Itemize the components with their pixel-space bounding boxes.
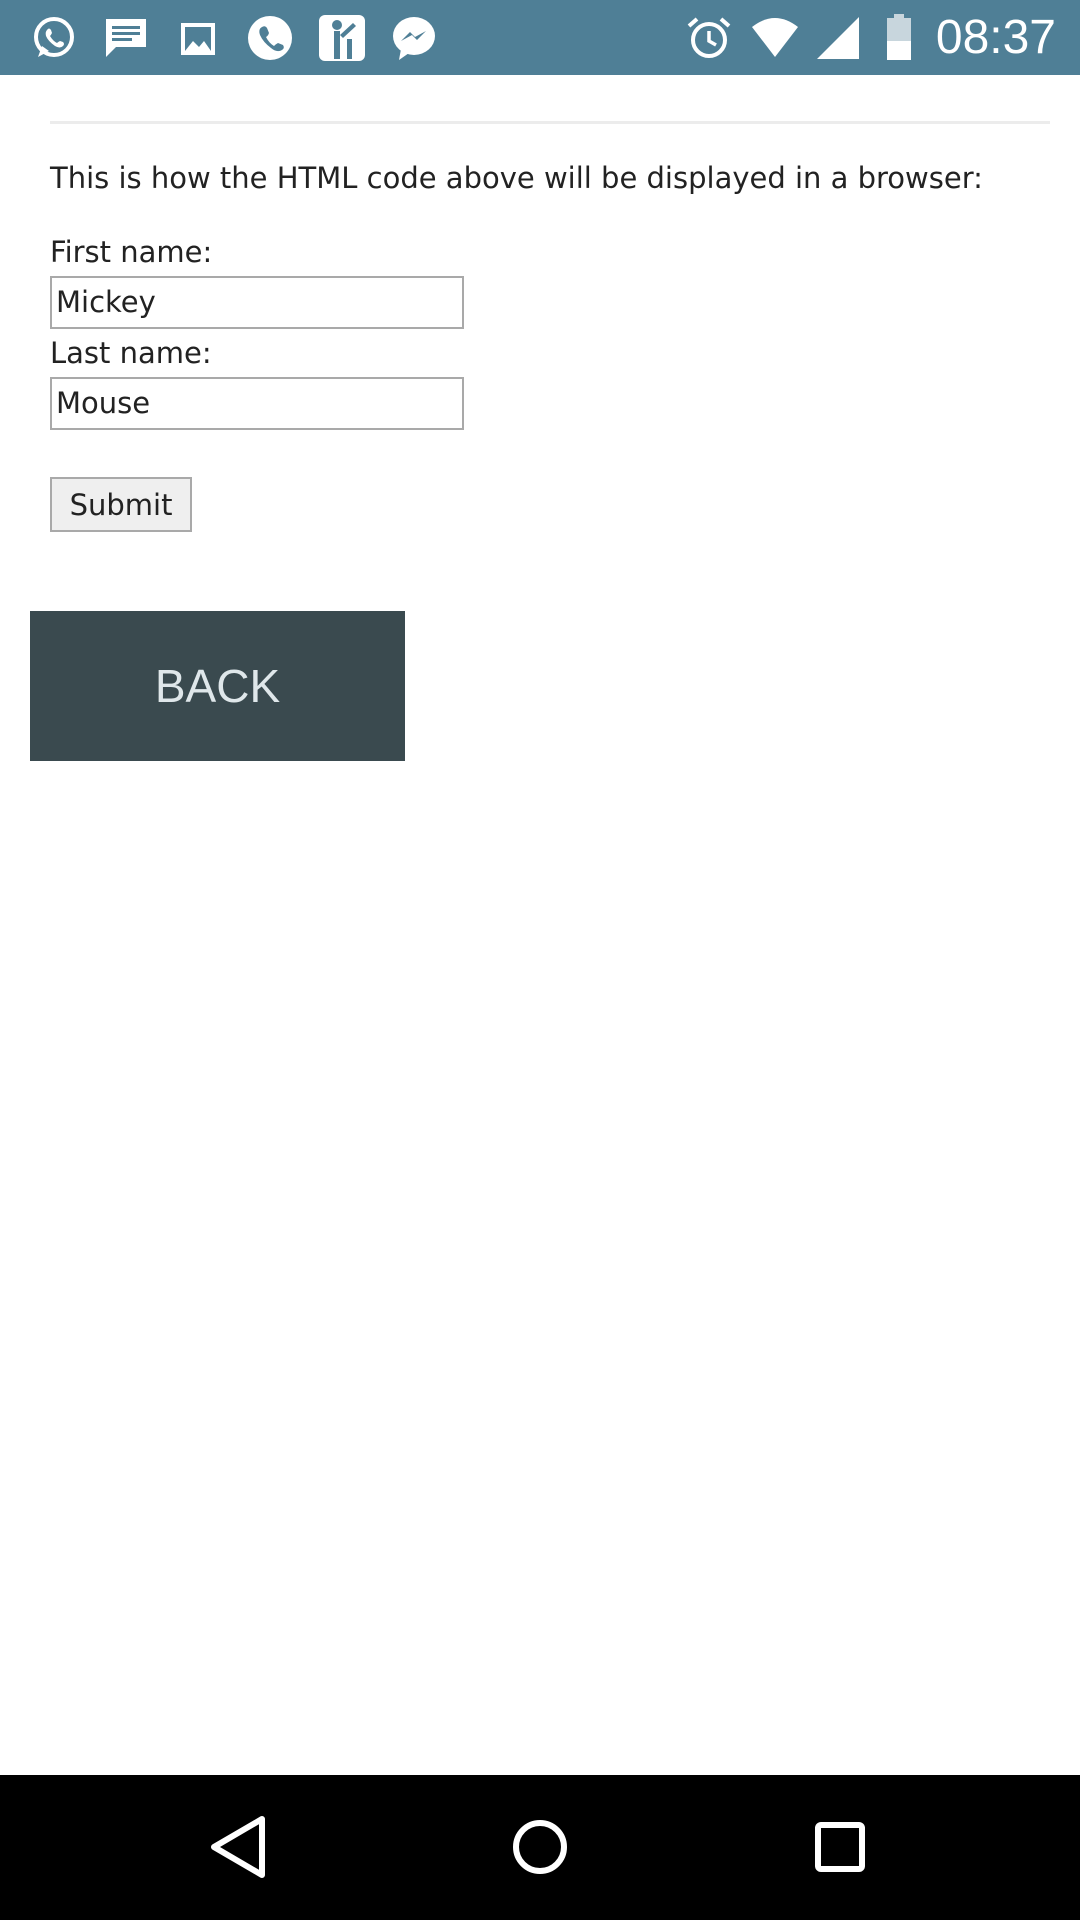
- stickman-icon: [317, 13, 367, 63]
- messenger-icon: [389, 13, 439, 63]
- last-name-label: Last name:: [50, 336, 212, 370]
- whatsapp-icon: [29, 13, 79, 63]
- back-icon[interactable]: [200, 1807, 280, 1887]
- battery-icon: [874, 13, 924, 63]
- content-area: This is how the HTML code above will be …: [0, 75, 1080, 1775]
- first-name-input[interactable]: Mickey: [50, 276, 464, 329]
- divider: [50, 121, 1050, 124]
- alarm-icon: [684, 13, 734, 63]
- submit-button[interactable]: Submit: [50, 477, 192, 532]
- gallery-icon: [173, 13, 223, 63]
- last-name-input[interactable]: Mouse: [50, 377, 464, 430]
- message-icon: [101, 13, 151, 63]
- wifi-icon: [750, 13, 800, 63]
- status-time: 08:37: [935, 11, 1056, 64]
- phone-icon: [245, 13, 295, 63]
- first-name-label: First name:: [50, 235, 213, 269]
- back-button[interactable]: BACK: [30, 611, 405, 761]
- home-icon[interactable]: [500, 1807, 580, 1887]
- recents-icon[interactable]: [800, 1807, 880, 1887]
- intro-text: This is how the HTML code above will be …: [50, 161, 983, 195]
- signal-icon: [813, 13, 863, 63]
- status-bar: 08:37: [0, 0, 1080, 75]
- navigation-bar: [0, 1775, 1080, 1920]
